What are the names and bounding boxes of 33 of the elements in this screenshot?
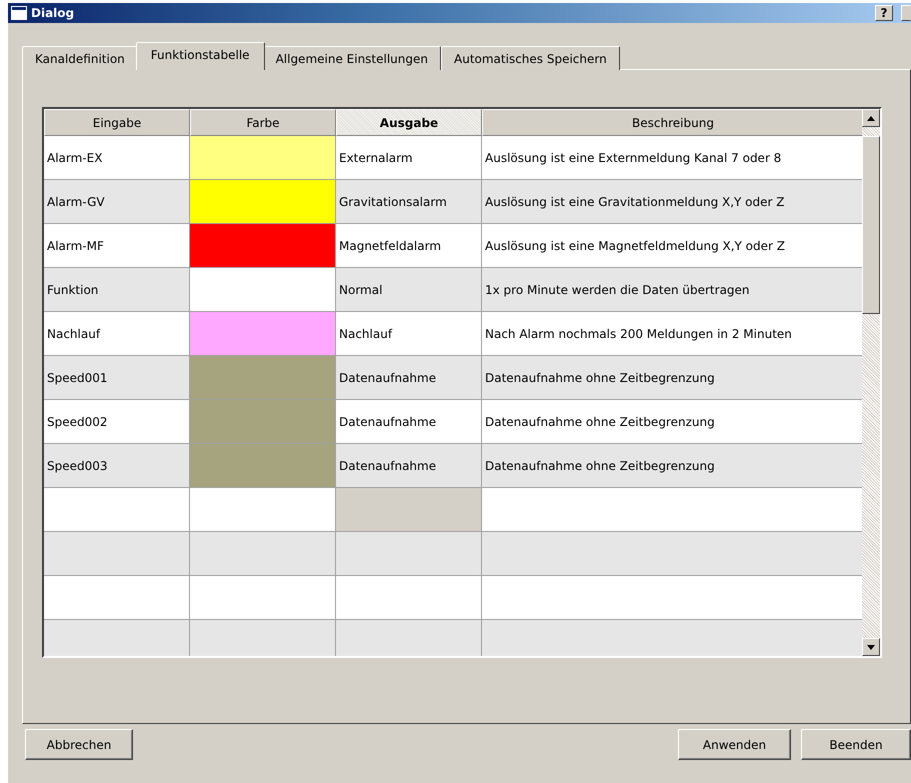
table-cell: Datenaufnahme: [336, 444, 482, 488]
table-cell: Normal: [336, 268, 482, 312]
column-header[interactable]: Farbe: [190, 109, 336, 136]
table-cell: Auslösung ist eine Gravitationmeldung X,Y oder Z: [482, 180, 862, 224]
tab[interactable]: Automatisches Speichern: [441, 46, 620, 70]
table-cell: Speed003: [44, 444, 190, 488]
column-header[interactable]: Eingabe: [44, 109, 190, 136]
table-cell: Gravitationsalarm: [336, 180, 482, 224]
column-header[interactable]: Beschreibung: [482, 109, 862, 136]
table-cell: Alarm-EX: [44, 136, 190, 180]
table-cell: 1x pro Minute werden die Daten übertragen: [482, 268, 862, 312]
table-cell: Alarm-GV: [44, 180, 190, 224]
column-header[interactable]: Ausgabe: [336, 109, 482, 136]
tab[interactable]: Kanaldefinition: [22, 46, 138, 70]
dialog-button[interactable]: Abbrechen: [25, 729, 133, 760]
table-cell: Datenaufnahme ohne Zeitbegrenzung: [482, 356, 862, 400]
dialog-button[interactable]: Anwenden: [678, 729, 791, 760]
table-cell: Datenaufnahme: [336, 356, 482, 400]
table-cell: Magnetfeldalarm: [336, 224, 482, 268]
table-cell: Alarm-MF: [44, 224, 190, 268]
table-cell: Nachlauf: [44, 312, 190, 356]
table-cell: Speed001: [44, 356, 190, 400]
window-title: Dialog: [31, 6, 76, 20]
help-button[interactable]: ?: [875, 5, 893, 21]
tab[interactable]: Allgemeine Einstellungen: [262, 46, 441, 70]
table-cell: Datenaufnahme: [336, 400, 482, 444]
tab[interactable]: Funktionstabelle: [136, 42, 265, 70]
table-cell: Externalarm: [336, 136, 482, 180]
table-cell: Funktion: [44, 268, 190, 312]
table-cell: Datenaufnahme ohne Zeitbegrenzung: [482, 444, 862, 488]
table-cell: Nachlauf: [336, 312, 482, 356]
table-cell: Speed002: [44, 400, 190, 444]
dialog-button[interactable]: Beenden: [801, 729, 911, 760]
